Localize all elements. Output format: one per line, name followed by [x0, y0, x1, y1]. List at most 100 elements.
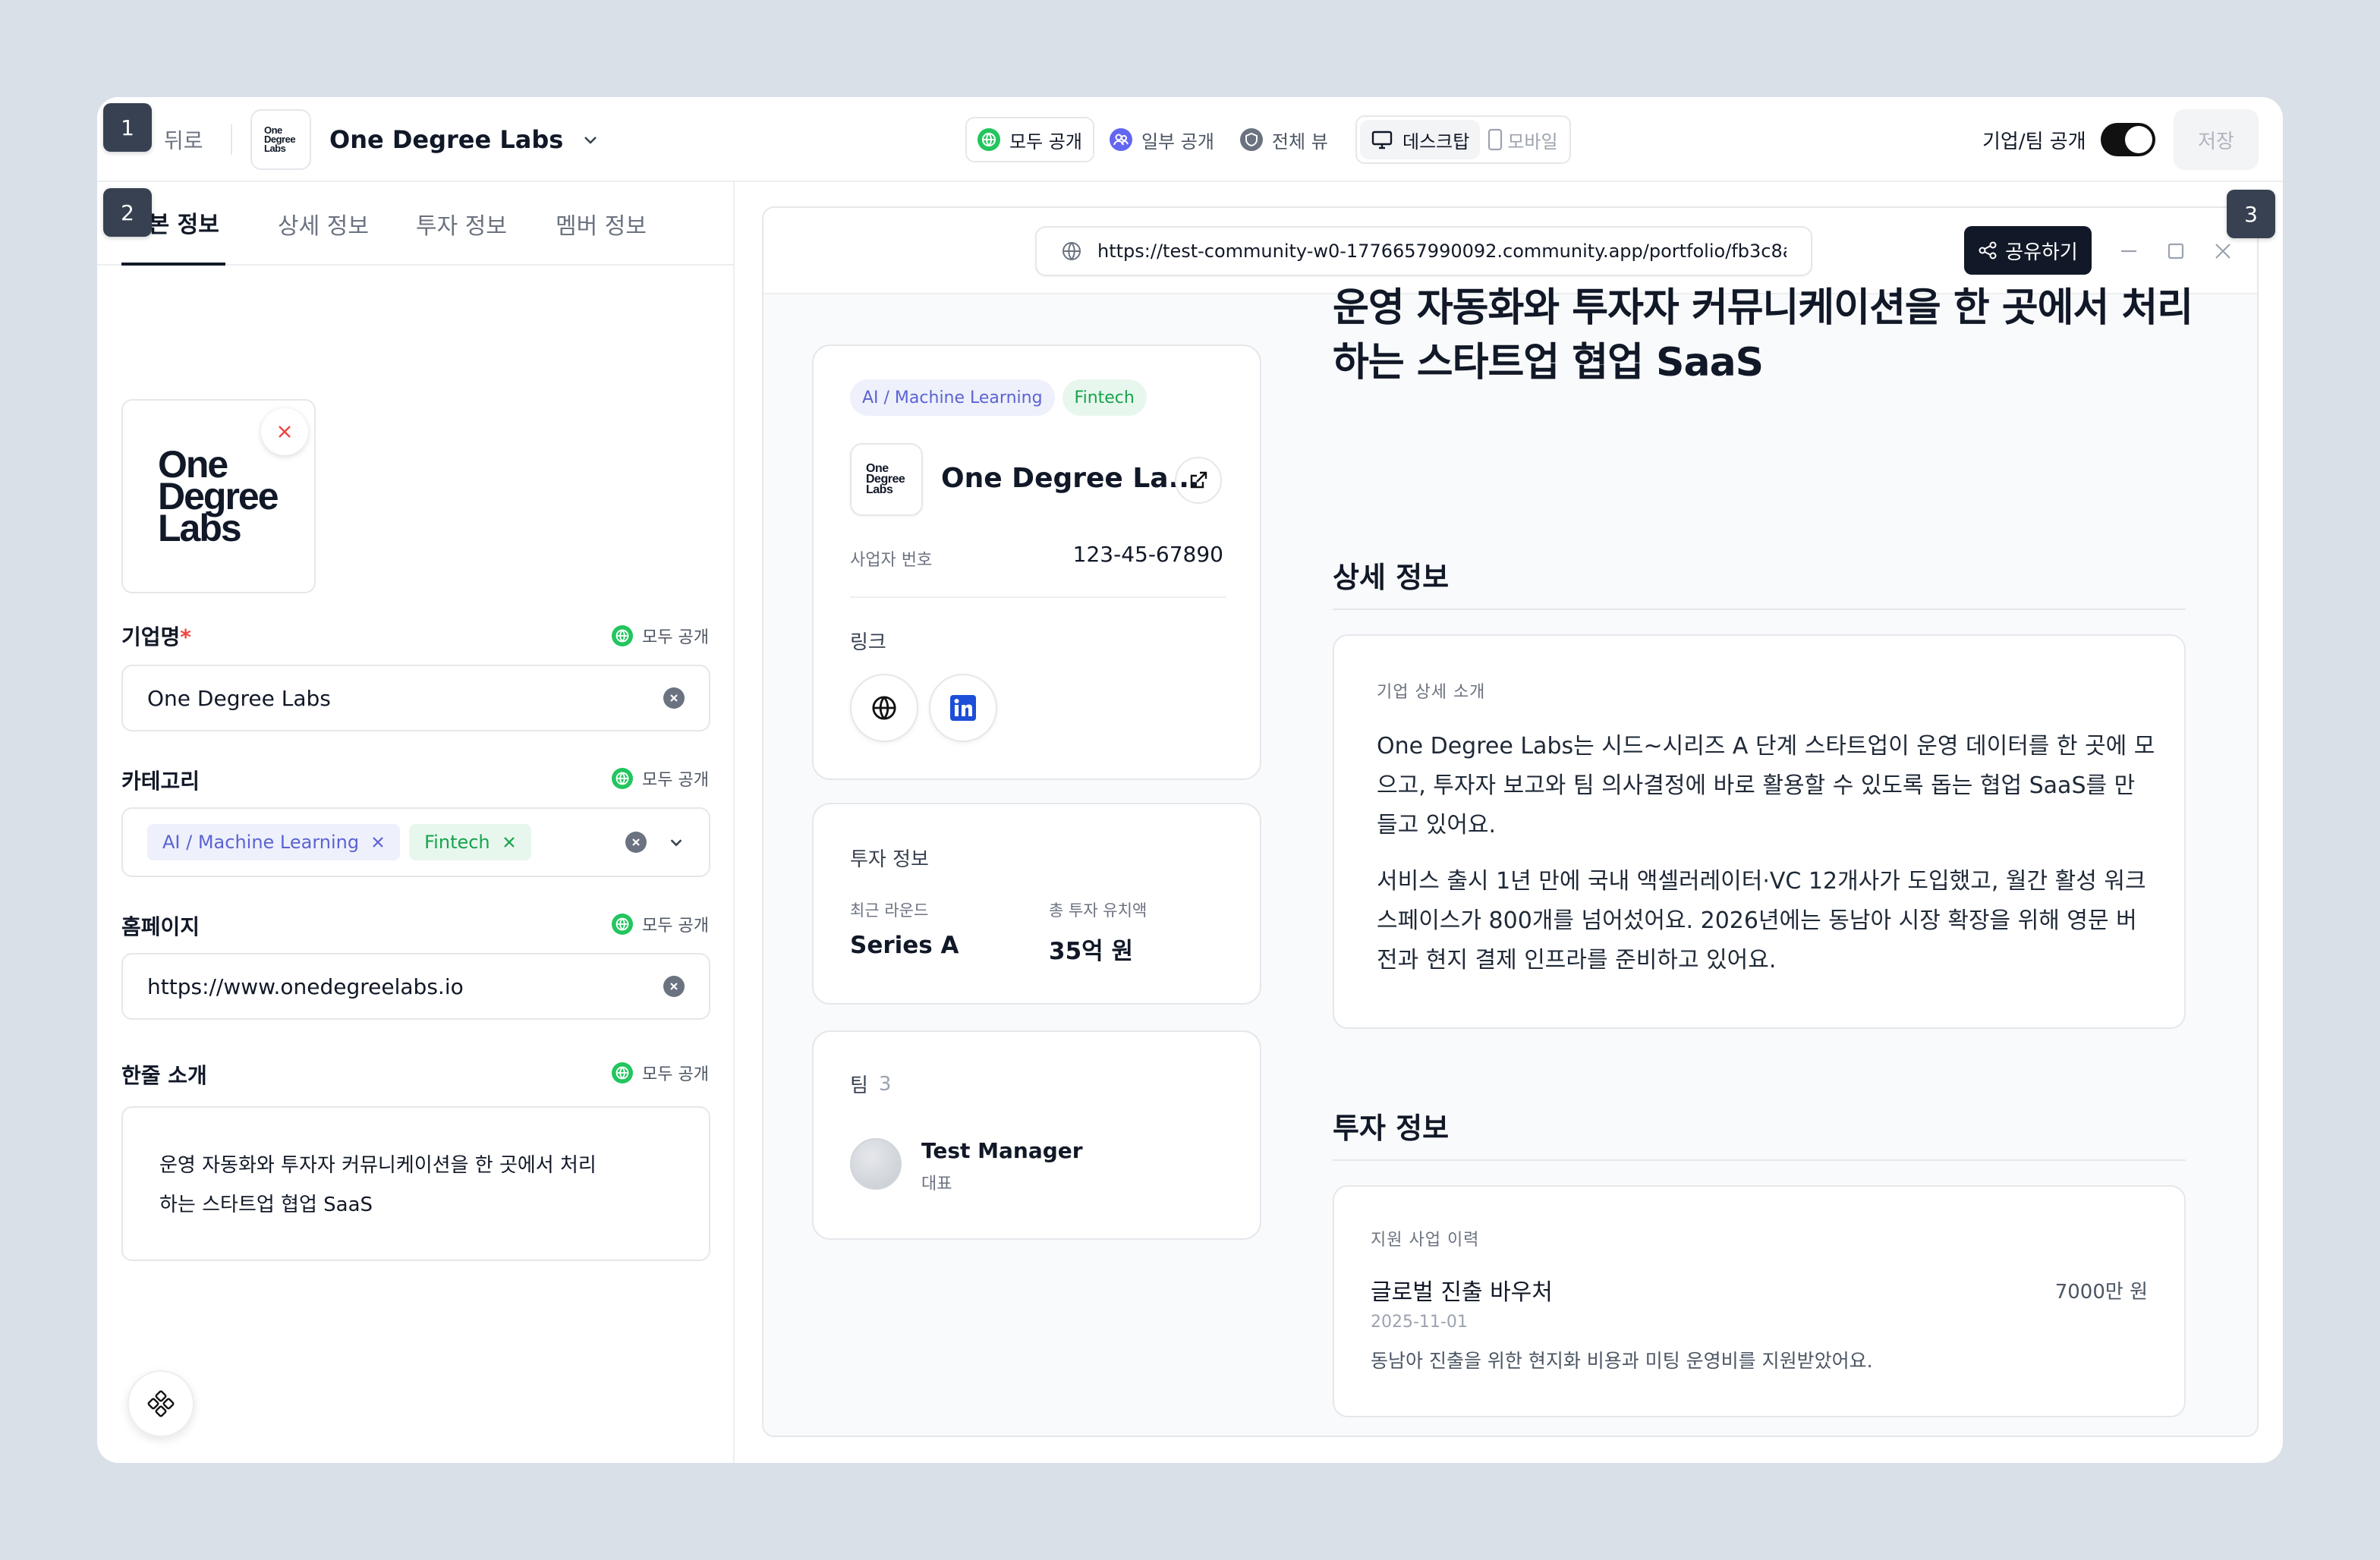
category-chip-ai[interactable]: AI / Machine Learning	[147, 824, 401, 860]
step-marker-3: 3	[2227, 190, 2275, 238]
globe-icon	[612, 625, 634, 646]
logo-text: One Degree Labs	[866, 462, 905, 496]
tag-ai: AI / Machine Learning	[850, 379, 1055, 416]
share-label: 공유하기	[2005, 241, 2078, 264]
visibility-option-full[interactable]: 전체 뷰	[1229, 117, 1339, 162]
widget-button[interactable]	[128, 1370, 194, 1437]
card-title: 투자 정보	[850, 848, 929, 871]
detail-card: 기업 상세 소개 One Degree Labs는 시드~시리즈 A 단계 스타…	[1333, 634, 2186, 1029]
detail-subtitle: 기업 상세 소개	[1377, 683, 1486, 702]
close-icon	[276, 423, 293, 440]
chip-label: Fintech	[424, 832, 490, 853]
tab-detail-info[interactable]: 상세 정보	[278, 182, 369, 266]
program-name: 글로벌 진출 바우처	[1371, 1279, 1553, 1306]
member-name: Test Manager	[921, 1138, 1083, 1163]
tab-member-info[interactable]: 멤버 정보	[556, 182, 647, 266]
total-investment-value: 35억 원	[1049, 938, 1133, 965]
support-program-card: 지원 사업 이력 글로벌 진출 바우처 7000만 원 2025-11-01 동…	[1333, 1185, 2186, 1417]
intro-visibility[interactable]: 모두 공개	[612, 1061, 709, 1085]
biz-no-value: 123-45-67890	[1072, 542, 1223, 567]
url-bar[interactable]: https://test-community-w0-1776657990092.…	[1035, 226, 1812, 276]
company-logo: One Degree Labs	[250, 109, 311, 170]
save-button[interactable]: 저장	[2174, 109, 2259, 170]
detail-section-title: 상세 정보	[1333, 561, 1450, 594]
investment-section-title: 투자 정보	[1333, 1112, 1450, 1145]
back-label: 뒤로	[164, 128, 203, 153]
category-chip-fintech[interactable]: Fintech	[409, 824, 531, 860]
clear-icon[interactable]	[663, 687, 685, 709]
member-role: 대표	[921, 1175, 952, 1194]
divider	[231, 124, 232, 155]
device-selector: 데스크탑 모바일	[1355, 115, 1571, 164]
logo-text: One Degree Labs	[264, 124, 296, 154]
team-count: 3	[878, 1072, 892, 1096]
recent-round-label: 최근 라운드	[850, 901, 929, 920]
logo-text: One Degree Labs	[158, 443, 279, 549]
preview-window: https://test-community-w0-1776657990092.…	[762, 206, 2259, 1437]
tab-bar: 기본 정보 상세 정보 투자 정보 멤버 정보	[97, 182, 735, 266]
company-name-label: 기업명*	[121, 621, 191, 651]
company-name: One Degree La...	[941, 463, 1200, 494]
text-line: One Degree Labs는 시드~시리즈 A 단계 스타트업이 운영 데이…	[1377, 733, 2155, 760]
detail-paragraph-2: 서비스 출시 1년 만에 국내 액셀러레이터·VC 12개사가 도입했고, 월간…	[1377, 862, 2158, 980]
divider	[850, 596, 1226, 598]
close-icon[interactable]	[2213, 241, 2233, 261]
homepage-field[interactable]: https://www.onedegreelabs.io	[121, 953, 710, 1020]
linkedin-link-button[interactable]	[929, 674, 997, 742]
top-bar: 뒤로 One Degree Labs One Degree Labs 모두 공개…	[97, 97, 2283, 182]
edit-panel: 기본 정보 상세 정보 투자 정보 멤버 정보 One Degree Labs …	[97, 182, 735, 1463]
close-icon[interactable]	[371, 835, 385, 849]
intro-label: 한줄 소개	[121, 1063, 207, 1088]
device-option-mobile[interactable]: 모바일	[1483, 120, 1560, 159]
device-label: 모바일	[1507, 131, 1558, 153]
tag-list: AI / Machine Learning Fintech	[850, 379, 1147, 416]
remove-logo-button[interactable]	[261, 408, 308, 455]
phone-icon	[1486, 128, 1504, 151]
program-amount: 7000만 원	[2054, 1281, 2148, 1304]
text-line: 서비스 출시 1년 만에 국내 액셀러레이터·VC 12개사가 도입했고, 월간…	[1377, 868, 2146, 895]
logo-upload[interactable]: One Degree Labs	[121, 399, 316, 593]
monitor-icon	[1371, 128, 1393, 151]
divider	[1333, 1159, 2186, 1161]
homepage-value: https://www.onedegreelabs.io	[147, 973, 464, 999]
maximize-icon[interactable]	[2166, 241, 2186, 261]
intro-textarea[interactable]: 운영 자동화와 투자자 커뮤니케이션을 한 곳에서 처리 하는 스타트업 협업 …	[121, 1106, 710, 1261]
total-investment-label: 총 투자 유치액	[1049, 901, 1148, 920]
company-name-visibility[interactable]: 모두 공개	[612, 624, 709, 648]
intro-line: 운영 자동화와 투자자 커뮤니케이션을 한 곳에서 처리	[159, 1154, 597, 1177]
clear-icon[interactable]	[625, 832, 647, 853]
team-card: 팀 3 Test Manager 대표	[812, 1030, 1261, 1240]
globe-icon	[870, 694, 898, 722]
visibility-option-all[interactable]: 모두 공개	[965, 117, 1094, 162]
minimize-icon[interactable]	[2119, 241, 2139, 261]
public-toggle[interactable]	[2101, 123, 2155, 156]
close-icon[interactable]	[502, 835, 516, 849]
device-option-desktop[interactable]: 데스크탑	[1360, 120, 1481, 159]
visibility-label: 모두 공개	[642, 917, 709, 936]
share-button[interactable]: 공유하기	[1964, 226, 2092, 275]
biz-no-label: 사업자 번호	[850, 551, 933, 570]
text-line: 전과 현지 결제 인프라를 준비하고 있어요.	[1377, 947, 1777, 973]
support-subtitle: 지원 사업 이력	[1371, 1231, 1480, 1250]
website-link-button[interactable]	[850, 674, 918, 742]
homepage-visibility[interactable]: 모두 공개	[612, 912, 709, 936]
clear-icon[interactable]	[663, 976, 685, 997]
tab-investment-info[interactable]: 투자 정보	[416, 182, 507, 266]
headline: 운영 자동화와 투자자 커뮤니케이션을 한 곳에서 처리 하는 스타트업 협업 …	[1333, 281, 2213, 390]
public-toggle-label: 기업/팀 공개	[1982, 131, 2086, 153]
step-marker-2: 2	[103, 188, 152, 237]
category-label: 카테고리	[121, 769, 200, 794]
category-visibility[interactable]: 모두 공개	[612, 766, 709, 791]
divider	[1333, 609, 2186, 610]
category-select[interactable]: AI / Machine Learning Fintech	[121, 807, 710, 877]
company-switcher[interactable]: One Degree Labs One Degree Labs	[250, 109, 600, 170]
company-name-field[interactable]: One Degree Labs	[121, 665, 710, 731]
chevron-down-icon[interactable]	[668, 834, 685, 851]
device-label: 데스크탑	[1402, 131, 1470, 153]
back-button[interactable]: 뒤로	[164, 117, 203, 162]
text-line: 으고, 투자자 보고와 팀 의사결정에 바로 활용할 수 있도록 돕는 협업 S…	[1377, 772, 2136, 799]
external-link-button[interactable]	[1175, 457, 1222, 504]
app-window: 뒤로 One Degree Labs One Degree Labs 모두 공개…	[97, 97, 2283, 1463]
visibility-option-partial[interactable]: 일부 공개	[1099, 117, 1225, 162]
url-text: https://test-community-w0-1776657990092.…	[1097, 241, 1787, 262]
